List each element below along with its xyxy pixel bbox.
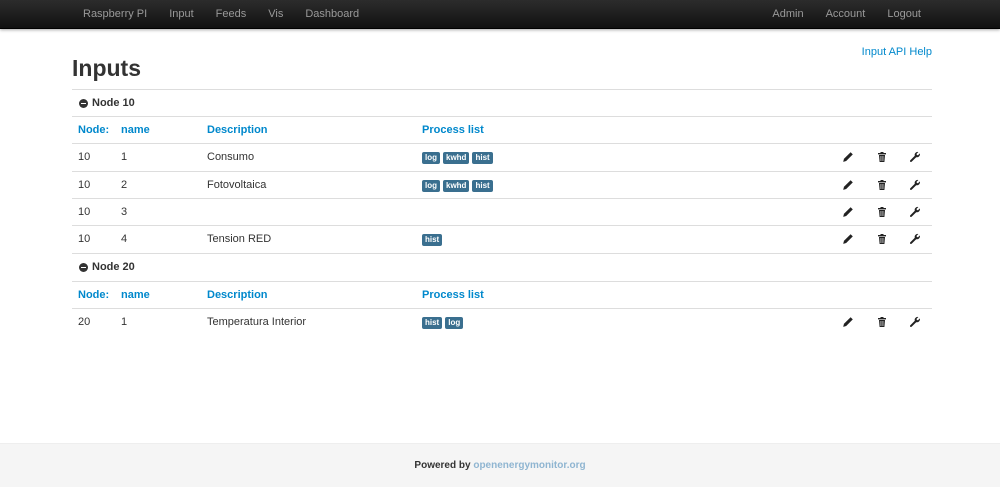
cell-node: 10 [78, 151, 91, 163]
cell-process-list: hist [422, 226, 443, 253]
col-header-node[interactable]: Node: [78, 117, 109, 144]
node-group-header[interactable]: Node 10 [72, 89, 932, 116]
process-badge: log [422, 179, 440, 192]
footer: Powered by openenergymonitor.org [0, 443, 1000, 487]
nav-right: Admin Account Logout [761, 0, 932, 29]
process-badge: log [445, 316, 464, 329]
cell-description[interactable]: Tension RED [207, 226, 271, 253]
cell-name: 3 [121, 206, 128, 218]
process-badge: kwhd [443, 151, 470, 164]
nav-input[interactable]: Input [158, 0, 204, 29]
node-group-label: Node 20 [92, 261, 135, 273]
process-badge: log [422, 151, 440, 164]
wrench-icon[interactable] [909, 151, 921, 163]
table-row: 10 4 Tension RED hist [72, 225, 932, 252]
cell-node: 10 [78, 179, 91, 191]
pencil-icon[interactable] [842, 151, 854, 163]
trash-icon[interactable] [876, 151, 888, 163]
cell-description[interactable]: Consumo [207, 144, 254, 171]
trash-icon[interactable] [876, 233, 888, 245]
col-header-name[interactable]: name [121, 282, 150, 309]
trash-icon[interactable] [876, 316, 888, 328]
col-header-description[interactable]: Description [207, 117, 268, 144]
pencil-icon[interactable] [842, 233, 854, 245]
trash-icon[interactable] [876, 179, 888, 191]
table-row: 10 3 [72, 198, 932, 225]
minus-circle-icon [79, 98, 88, 108]
wrench-icon[interactable] [909, 233, 921, 245]
table-header-row: Node: name Description Process list [72, 116, 932, 144]
nav-left: Raspberry PI Input Feeds Vis Dashboard [72, 0, 370, 29]
page-title: Inputs [72, 55, 141, 81]
trash-icon[interactable] [876, 206, 888, 218]
nav-account[interactable]: Account [815, 0, 877, 29]
table-row: 20 1 Temperatura Interior hist log [72, 308, 932, 335]
table-row: 10 1 Consumo log kwhd hist [72, 143, 932, 170]
nav-brand[interactable]: Raspberry PI [72, 0, 158, 29]
cell-process-list: log kwhd hist [422, 172, 493, 199]
col-header-description[interactable]: Description [207, 282, 268, 309]
nav-vis[interactable]: Vis [257, 0, 294, 29]
table-row: 10 2 Fotovoltaica log kwhd hist [72, 171, 932, 198]
cell-name: 4 [121, 233, 128, 245]
input-api-help-link[interactable]: Input API Help [862, 46, 932, 58]
navbar: Raspberry PI Input Feeds Vis Dashboard A… [0, 0, 1000, 29]
node-group-label: Node 10 [92, 97, 135, 109]
table-header-row: Node: name Description Process list [72, 281, 932, 309]
cell-node: 10 [78, 206, 91, 218]
cell-node: 10 [78, 233, 91, 245]
process-badge: hist [472, 179, 493, 192]
wrench-icon[interactable] [909, 179, 921, 191]
wrench-icon[interactable] [909, 316, 921, 328]
col-header-process-list[interactable]: Process list [422, 282, 484, 309]
footer-link[interactable]: openenergymonitor.org [473, 460, 585, 471]
process-badge: kwhd [443, 179, 470, 192]
process-badge: hist [422, 233, 443, 246]
cell-name: 2 [121, 179, 128, 191]
nav-feeds[interactable]: Feeds [205, 0, 258, 29]
cell-process-list: hist log [422, 309, 464, 336]
nav-logout[interactable]: Logout [876, 0, 932, 29]
process-badge: hist [422, 316, 443, 329]
cell-process-list: log kwhd hist [422, 144, 493, 171]
process-badge: hist [472, 151, 493, 164]
pencil-icon[interactable] [842, 179, 854, 191]
cell-description[interactable]: Fotovoltaica [207, 172, 266, 199]
wrench-icon[interactable] [909, 206, 921, 218]
cell-name: 1 [121, 151, 128, 163]
cell-node: 20 [78, 316, 91, 328]
col-header-name[interactable]: name [121, 117, 150, 144]
node-group-header[interactable]: Node 20 [72, 253, 932, 280]
nav-dashboard[interactable]: Dashboard [294, 0, 370, 29]
minus-circle-icon [79, 262, 88, 272]
footer-prefix: Powered by [414, 460, 471, 471]
nav-admin[interactable]: Admin [761, 0, 814, 29]
cell-description[interactable]: Temperatura Interior [207, 309, 306, 336]
col-header-node[interactable]: Node: [78, 282, 109, 309]
pencil-icon[interactable] [842, 206, 854, 218]
cell-name: 1 [121, 316, 128, 328]
col-header-process-list[interactable]: Process list [422, 117, 484, 144]
pencil-icon[interactable] [842, 316, 854, 328]
